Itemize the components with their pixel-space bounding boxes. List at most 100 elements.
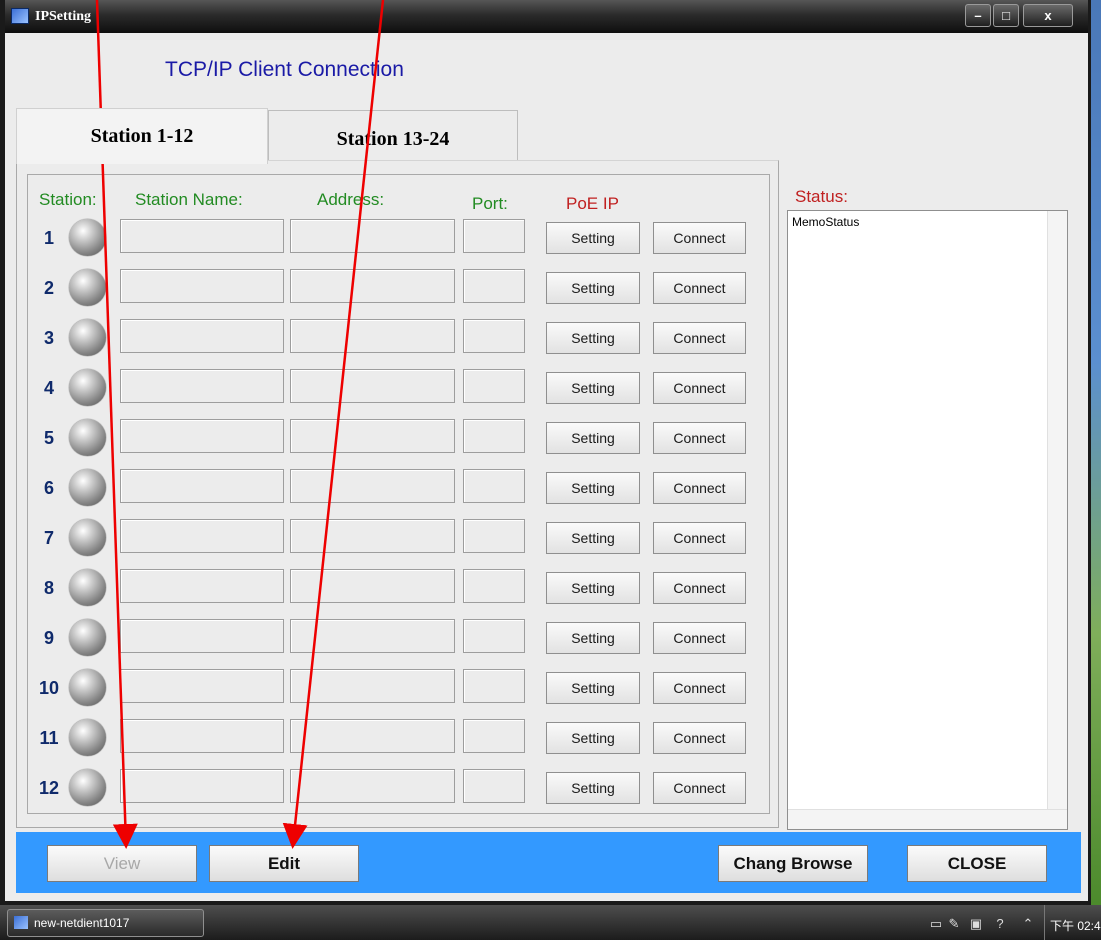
port-field[interactable] [463, 269, 525, 303]
station-number: 12 [38, 778, 60, 798]
led-indicator-icon [69, 269, 106, 306]
address-field[interactable] [290, 269, 455, 303]
setting-button[interactable]: Setting [546, 722, 640, 754]
tab-station-1-12[interactable]: Station 1-12 [16, 108, 268, 164]
station-name-field[interactable] [120, 769, 284, 803]
led-indicator-icon [69, 369, 106, 406]
minimize-button[interactable]: – [965, 4, 991, 27]
port-field[interactable] [463, 419, 525, 453]
edit-button[interactable]: Edit [209, 845, 359, 882]
keyboard-icon[interactable]: ▭ [928, 917, 944, 931]
setting-button[interactable]: Setting [546, 572, 640, 604]
tab-station-13-24[interactable]: Station 13-24 [268, 110, 518, 162]
view-button[interactable]: View [47, 845, 197, 882]
station-name-field[interactable] [120, 519, 284, 553]
notification-icon[interactable]: ⌃ [1020, 917, 1036, 931]
connect-button[interactable]: Connect [653, 722, 746, 754]
station-name-field[interactable] [120, 269, 284, 303]
station-name-field[interactable] [120, 719, 284, 753]
station-row: 12 Setting Connect [5, 767, 765, 807]
port-field[interactable] [463, 319, 525, 353]
address-field[interactable] [290, 669, 455, 703]
setting-button[interactable]: Setting [546, 322, 640, 354]
maximize-button[interactable]: □ [993, 4, 1019, 27]
status-memo[interactable]: MemoStatus [787, 210, 1068, 830]
led-indicator-icon [69, 569, 106, 606]
station-row: 9 Setting Connect [5, 617, 765, 657]
setting-button[interactable]: Setting [546, 522, 640, 554]
address-field[interactable] [290, 319, 455, 353]
station-name-field[interactable] [120, 469, 284, 503]
taskbar-item-label: new-netdient1017 [34, 916, 130, 930]
setting-button[interactable]: Setting [546, 222, 640, 254]
port-field[interactable] [463, 369, 525, 403]
station-name-field[interactable] [120, 669, 284, 703]
connect-button[interactable]: Connect [653, 422, 746, 454]
horizontal-scrollbar[interactable] [788, 809, 1067, 829]
setting-button[interactable]: Setting [546, 372, 640, 404]
port-field[interactable] [463, 619, 525, 653]
vertical-scrollbar[interactable] [1047, 211, 1067, 811]
pen-icon[interactable]: ✎ [946, 917, 962, 931]
station-name-field[interactable] [120, 619, 284, 653]
connect-button[interactable]: Connect [653, 472, 746, 504]
station-number: 10 [38, 678, 60, 698]
address-field[interactable] [290, 469, 455, 503]
station-name-field[interactable] [120, 219, 284, 253]
station-name-field[interactable] [120, 369, 284, 403]
address-field[interactable] [290, 619, 455, 653]
port-field[interactable] [463, 569, 525, 603]
address-field[interactable] [290, 369, 455, 403]
station-name-field[interactable] [120, 419, 284, 453]
led-indicator-icon [69, 519, 106, 556]
column-header-port: Port: [472, 194, 508, 213]
connect-button[interactable]: Connect [653, 772, 746, 804]
title-bar[interactable]: IPSetting – □ x [5, 0, 1088, 33]
address-field[interactable] [290, 519, 455, 553]
setting-button[interactable]: Setting [546, 272, 640, 304]
port-field[interactable] [463, 669, 525, 703]
setting-button[interactable]: Setting [546, 622, 640, 654]
address-field[interactable] [290, 219, 455, 253]
desktop-background [1090, 0, 1101, 905]
led-indicator-icon [69, 219, 106, 256]
network-icon[interactable]: ▣ [968, 917, 984, 931]
port-field[interactable] [463, 719, 525, 753]
chang-browse-button[interactable]: Chang Browse [718, 845, 868, 882]
port-field[interactable] [463, 519, 525, 553]
connect-button[interactable]: Connect [653, 272, 746, 304]
close-button[interactable]: CLOSE [907, 845, 1047, 882]
led-indicator-icon [69, 419, 106, 456]
port-field[interactable] [463, 469, 525, 503]
setting-button[interactable]: Setting [546, 772, 640, 804]
port-field[interactable] [463, 219, 525, 253]
setting-button[interactable]: Setting [546, 672, 640, 704]
port-field[interactable] [463, 769, 525, 803]
close-window-button[interactable]: x [1023, 4, 1073, 27]
station-row: 5 Setting Connect [5, 417, 765, 457]
connect-button[interactable]: Connect [653, 322, 746, 354]
address-field[interactable] [290, 769, 455, 803]
connect-button[interactable]: Connect [653, 372, 746, 404]
clock: 下午 02:46 [1050, 919, 1101, 933]
connect-button[interactable]: Connect [653, 222, 746, 254]
led-indicator-icon [69, 469, 106, 506]
address-field[interactable] [290, 569, 455, 603]
address-field[interactable] [290, 719, 455, 753]
help-icon[interactable]: ? [992, 917, 1008, 931]
connect-button[interactable]: Connect [653, 622, 746, 654]
station-number: 9 [43, 628, 54, 648]
led-indicator-icon [69, 669, 106, 706]
station-name-field[interactable] [120, 569, 284, 603]
setting-button[interactable]: Setting [546, 422, 640, 454]
ipsetting-window: IPSetting – □ x TCP/IP Client Connection… [0, 0, 1091, 905]
station-name-field[interactable] [120, 319, 284, 353]
connect-button[interactable]: Connect [653, 672, 746, 704]
address-field[interactable] [290, 419, 455, 453]
connect-button[interactable]: Connect [653, 572, 746, 604]
setting-button[interactable]: Setting [546, 472, 640, 504]
taskbar-item[interactable]: new-netdient1017 [7, 909, 204, 937]
led-indicator-icon [69, 619, 106, 656]
column-header-poe-ip: PoE IP [566, 194, 619, 213]
connect-button[interactable]: Connect [653, 522, 746, 554]
